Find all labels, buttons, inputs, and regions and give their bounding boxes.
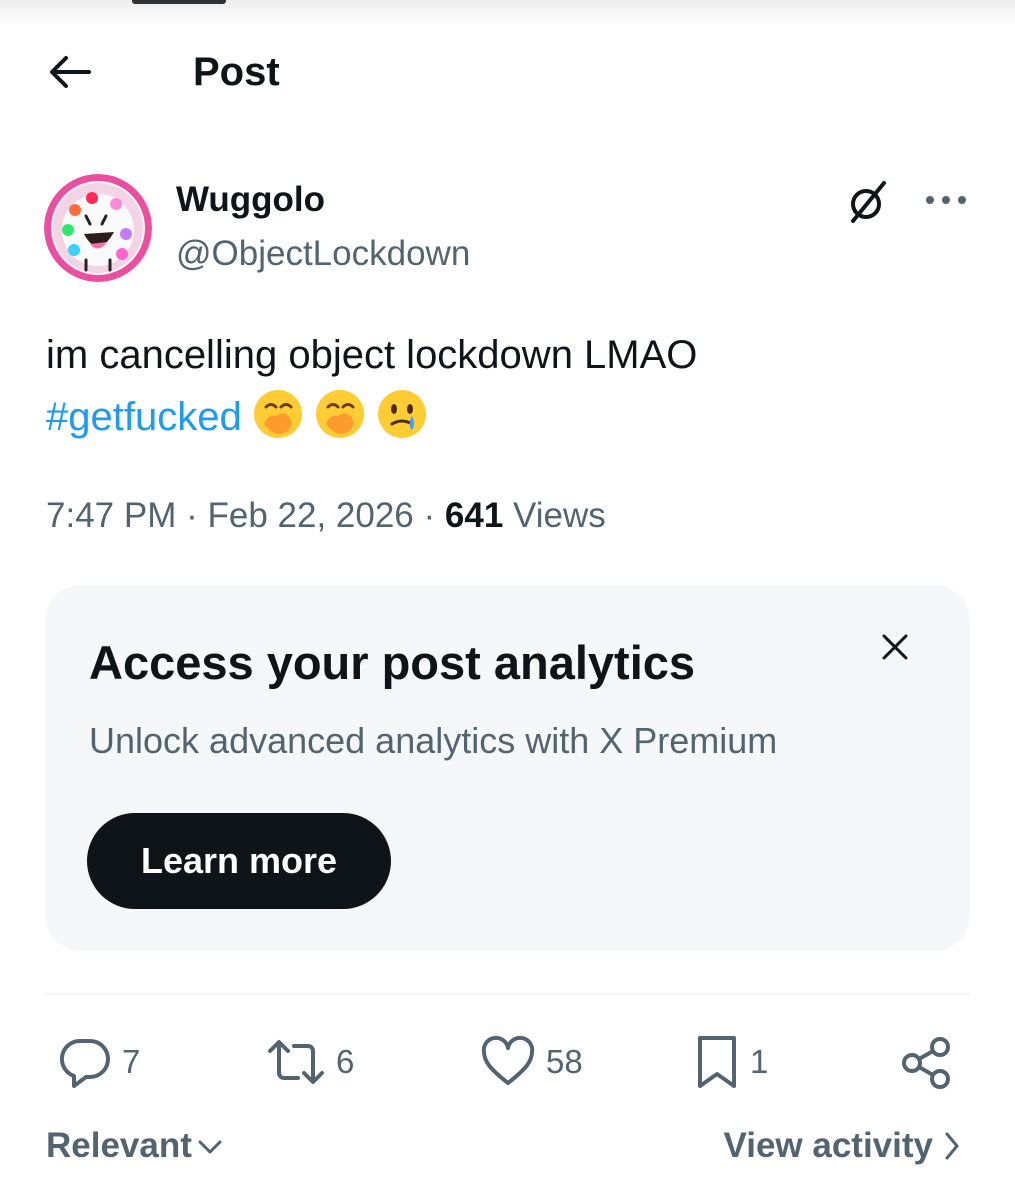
analytics-card: Access your post analytics Unlock advanc… <box>45 585 970 951</box>
repost-button[interactable]: 6 <box>266 1030 354 1094</box>
more-horizontal-icon <box>926 196 966 204</box>
post-hashtag-line: #getfucked <box>46 386 976 448</box>
post-text: im cancelling object lockdown LMAO #getf… <box>46 324 976 448</box>
grok-icon <box>851 181 886 223</box>
post-date: Feb 22, 2026 <box>207 496 414 535</box>
chevron-down-icon <box>198 1140 222 1154</box>
card-subtitle: Unlock advanced analytics with X Premium <box>89 720 778 761</box>
face-with-hand-over-mouth-icon <box>315 390 364 438</box>
face-with-hand-over-mouth-icon <box>253 390 302 438</box>
back-button[interactable] <box>44 50 96 94</box>
page-title: Post <box>193 50 280 94</box>
status-notch <box>132 0 226 4</box>
like-count: 58 <box>546 1043 583 1080</box>
bookmark-button[interactable]: 1 <box>694 1030 768 1094</box>
reply-button[interactable]: 7 <box>58 1030 140 1094</box>
sort-label: Relevant <box>46 1126 192 1165</box>
share-icon <box>902 1037 950 1089</box>
view-activity-label: View activity <box>723 1126 933 1165</box>
bookmark-count: 1 <box>750 1043 769 1080</box>
bookmark-icon <box>698 1036 736 1088</box>
arrow-left-icon <box>50 56 91 88</box>
sort-dropdown[interactable]: Relevant <box>46 1124 224 1168</box>
close-icon <box>882 634 908 660</box>
author-handle[interactable]: @ObjectLockdown <box>176 232 470 276</box>
meta-separator: · <box>186 496 198 535</box>
repost-icon <box>268 1040 324 1084</box>
more-options-button[interactable] <box>918 176 974 224</box>
learn-more-button[interactable]: Learn more <box>87 813 391 909</box>
like-button[interactable]: 58 <box>480 1030 583 1094</box>
card-title: Access your post analytics <box>89 636 696 689</box>
post-body: im cancelling object lockdown LMAO <box>46 333 698 377</box>
view-activity-link[interactable]: View activity <box>724 1124 963 1168</box>
post-meta: 7:47 PM · Feb 22, 2026 · 641 Views <box>46 494 606 538</box>
author-name[interactable]: Wuggolo <box>176 178 325 222</box>
close-button[interactable] <box>871 623 919 671</box>
meta-separator: · <box>423 496 436 535</box>
repost-count: 6 <box>336 1043 355 1080</box>
reply-icon <box>59 1038 110 1088</box>
divider <box>45 993 970 995</box>
avatar[interactable] <box>44 174 152 282</box>
hashtag-link[interactable]: #getfucked <box>46 395 242 439</box>
reply-count: 7 <box>122 1043 141 1080</box>
share-button[interactable] <box>900 1030 954 1094</box>
header: Post <box>0 42 1015 102</box>
post-time: 7:47 PM <box>46 496 177 535</box>
heart-icon <box>481 1035 535 1085</box>
views-count: 641 <box>444 496 504 535</box>
views-label: Views <box>513 496 606 535</box>
grok-button[interactable] <box>840 176 896 228</box>
chevron-right-icon <box>945 1132 959 1160</box>
face-holding-back-tears-icon <box>377 390 426 438</box>
